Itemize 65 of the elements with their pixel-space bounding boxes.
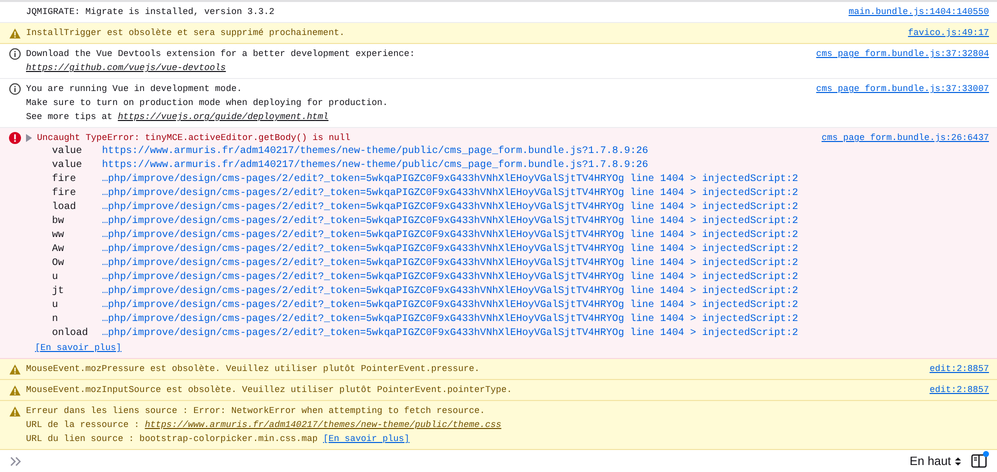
message-text: You are running Vue in development mode. [26,83,242,96]
message-text: Download the Vue Devtools extension for a better development experience: [26,48,415,61]
message-text: Erreur dans les liens source : Error: NetworkError when attempting to fetch resource. [26,405,486,418]
stack-function: value [52,145,84,159]
message-text: Make sure to turn on production mode when deploying for production. [26,97,388,110]
error-icon [9,132,21,144]
url-link[interactable]: https://github.com/vuejs/vue-devtools [26,61,226,75]
source-link[interactable]: main.bundle.js:1404:140550 [848,5,989,19]
stack-location[interactable]: …php/improve/design/cms-pages/2/edit?_token=5wkqaPIGZC0F9xG433hVNhXlEHoyVGalSjtTV4HRYOg line 1404 > injectedScript:2 [102,201,798,215]
stack-function: value [52,159,84,173]
stack-location[interactable]: …php/improve/design/cms-pages/2/edit?_token=5wkqaPIGZC0F9xG433hVNhXlEHoyVGalSjtTV4HRYOg line 1404 > injectedScript:2 [102,229,798,243]
stack-location[interactable]: …php/improve/design/cms-pages/2/edit?_token=5wkqaPIGZC0F9xG433hVNhXlEHoyVGalSjtTV4HRYOg line 1404 > injectedScript:2 [102,215,798,229]
learn-more-link[interactable]: [En savoir plus] [323,432,410,446]
stack-function: n [52,313,60,327]
warning-icon [9,28,21,39]
message-text: MouseEvent.mozInputSource est obsolète. Veuillez utiliser plutôt PointerEvent.pointerType. [26,384,512,397]
url-link[interactable]: https://vuejs.org/guide/deployment.html [118,110,328,124]
updown-icon [955,456,961,466]
stack-function: fire [52,187,78,201]
stack-function: ww [52,229,66,243]
stack-function: Ow [52,257,66,271]
stack-function: u [52,299,60,313]
stack-function: bw [52,215,66,229]
stack-location[interactable]: …php/improve/design/cms-pages/2/edit?_token=5wkqaPIGZC0F9xG433hVNhXlEHoyVGalSjtTV4HRYOg line 1404 > injectedScript:2 [102,299,798,313]
source-link[interactable]: favico.js:49:17 [908,26,989,40]
stack-location[interactable]: …php/improve/design/cms-pages/2/edit?_token=5wkqaPIGZC0F9xG433hVNhXlEHoyVGalSjtTV4HRYOg line 1404 > injectedScript:2 [102,257,798,271]
message-text: JQMIGRATE: Migrate is installed, version 3.3.2 [26,6,274,19]
info-icon [9,83,21,95]
stack-location[interactable]: …php/improve/design/cms-pages/2/edit?_token=5wkqaPIGZC0F9xG433hVNhXlEHoyVGalSjtTV4HRYOg line 1404 > injectedScript:2 [102,313,798,327]
warning-icon [9,364,21,375]
stack-location[interactable]: https://www.armuris.fr/adm140217/themes/new-theme/public/cms_page_form.bundle.js?1.7.8.9:26 [102,159,648,173]
source-link[interactable]: cms page form.bundle.js:37:33007 [816,82,989,96]
stack-function: Aw [52,243,66,257]
stack-location[interactable]: …php/improve/design/cms-pages/2/edit?_token=5wkqaPIGZC0F9xG433hVNhXlEHoyVGalSjtTV4HRYOg line 1404 > injectedScript:2 [102,327,798,341]
stack-location[interactable]: …php/improve/design/cms-pages/2/edit?_token=5wkqaPIGZC0F9xG433hVNhXlEHoyVGalSjtTV4HRYOg line 1404 > injectedScript:2 [102,243,798,257]
position-select[interactable]: En haut [910,454,961,468]
learn-more-link[interactable]: [En savoir plus] [35,341,122,355]
source-link[interactable]: cms page form.bundle.js:26:6437 [822,131,989,145]
source-link[interactable]: edit:2:8857 [930,383,989,397]
source-link[interactable]: cms page form.bundle.js:37:32804 [816,47,989,61]
message-text: See more tips at [26,111,114,124]
message-text: URL du lien source : bootstrap-colorpicker.min.css.map [26,433,319,446]
expand-triangle-icon[interactable] [26,134,32,142]
warning-icon [9,385,21,396]
stack-function: u [52,271,60,285]
stack-location[interactable]: https://www.armuris.fr/adm140217/themes/new-theme/public/cms_page_form.bundle.js?1.7.8.9:26 [102,145,648,159]
stack-function: onload [52,327,90,341]
stack-function: jt [52,285,66,299]
message-text: URL de la ressource : [26,419,140,432]
stack-location[interactable]: …php/improve/design/cms-pages/2/edit?_token=5wkqaPIGZC0F9xG433hVNhXlEHoyVGalSjtTV4HRYOg line 1404 > injectedScript:2 [102,173,798,187]
warning-icon [9,406,21,417]
message-text: InstallTrigger est obsolète et sera supprimé prochainement. [26,27,345,40]
sidebar-icon [971,454,987,468]
stack-location[interactable]: …php/improve/design/cms-pages/2/edit?_token=5wkqaPIGZC0F9xG433hVNhXlEHoyVGalSjtTV4HRYOg line 1404 > injectedScript:2 [102,285,798,299]
stack-location[interactable]: …php/improve/design/cms-pages/2/edit?_token=5wkqaPIGZC0F9xG433hVNhXlEHoyVGalSjtTV4HRYOg line 1404 > injectedScript:2 [102,271,798,285]
prompt-chevron-icon [10,456,21,466]
message-text: MouseEvent.mozPressure est obsolète. Veuillez utiliser plutôt PointerEvent.pressure. [26,363,480,376]
stack-function: fire [52,173,78,187]
message-text: Uncaught TypeError: tinyMCE.activeEditor.getBody() is null [37,132,350,145]
sidebar-toggle-button[interactable] [971,454,987,468]
info-icon [9,48,21,60]
stack-location[interactable]: …php/improve/design/cms-pages/2/edit?_token=5wkqaPIGZC0F9xG433hVNhXlEHoyVGalSjtTV4HRYOg line 1404 > injectedScript:2 [102,187,798,201]
url-link[interactable]: https://www.armuris.fr/adm140217/themes/new-theme/public/theme.css [144,418,502,432]
source-link[interactable]: edit:2:8857 [930,362,989,376]
stack-function: load [52,201,78,215]
